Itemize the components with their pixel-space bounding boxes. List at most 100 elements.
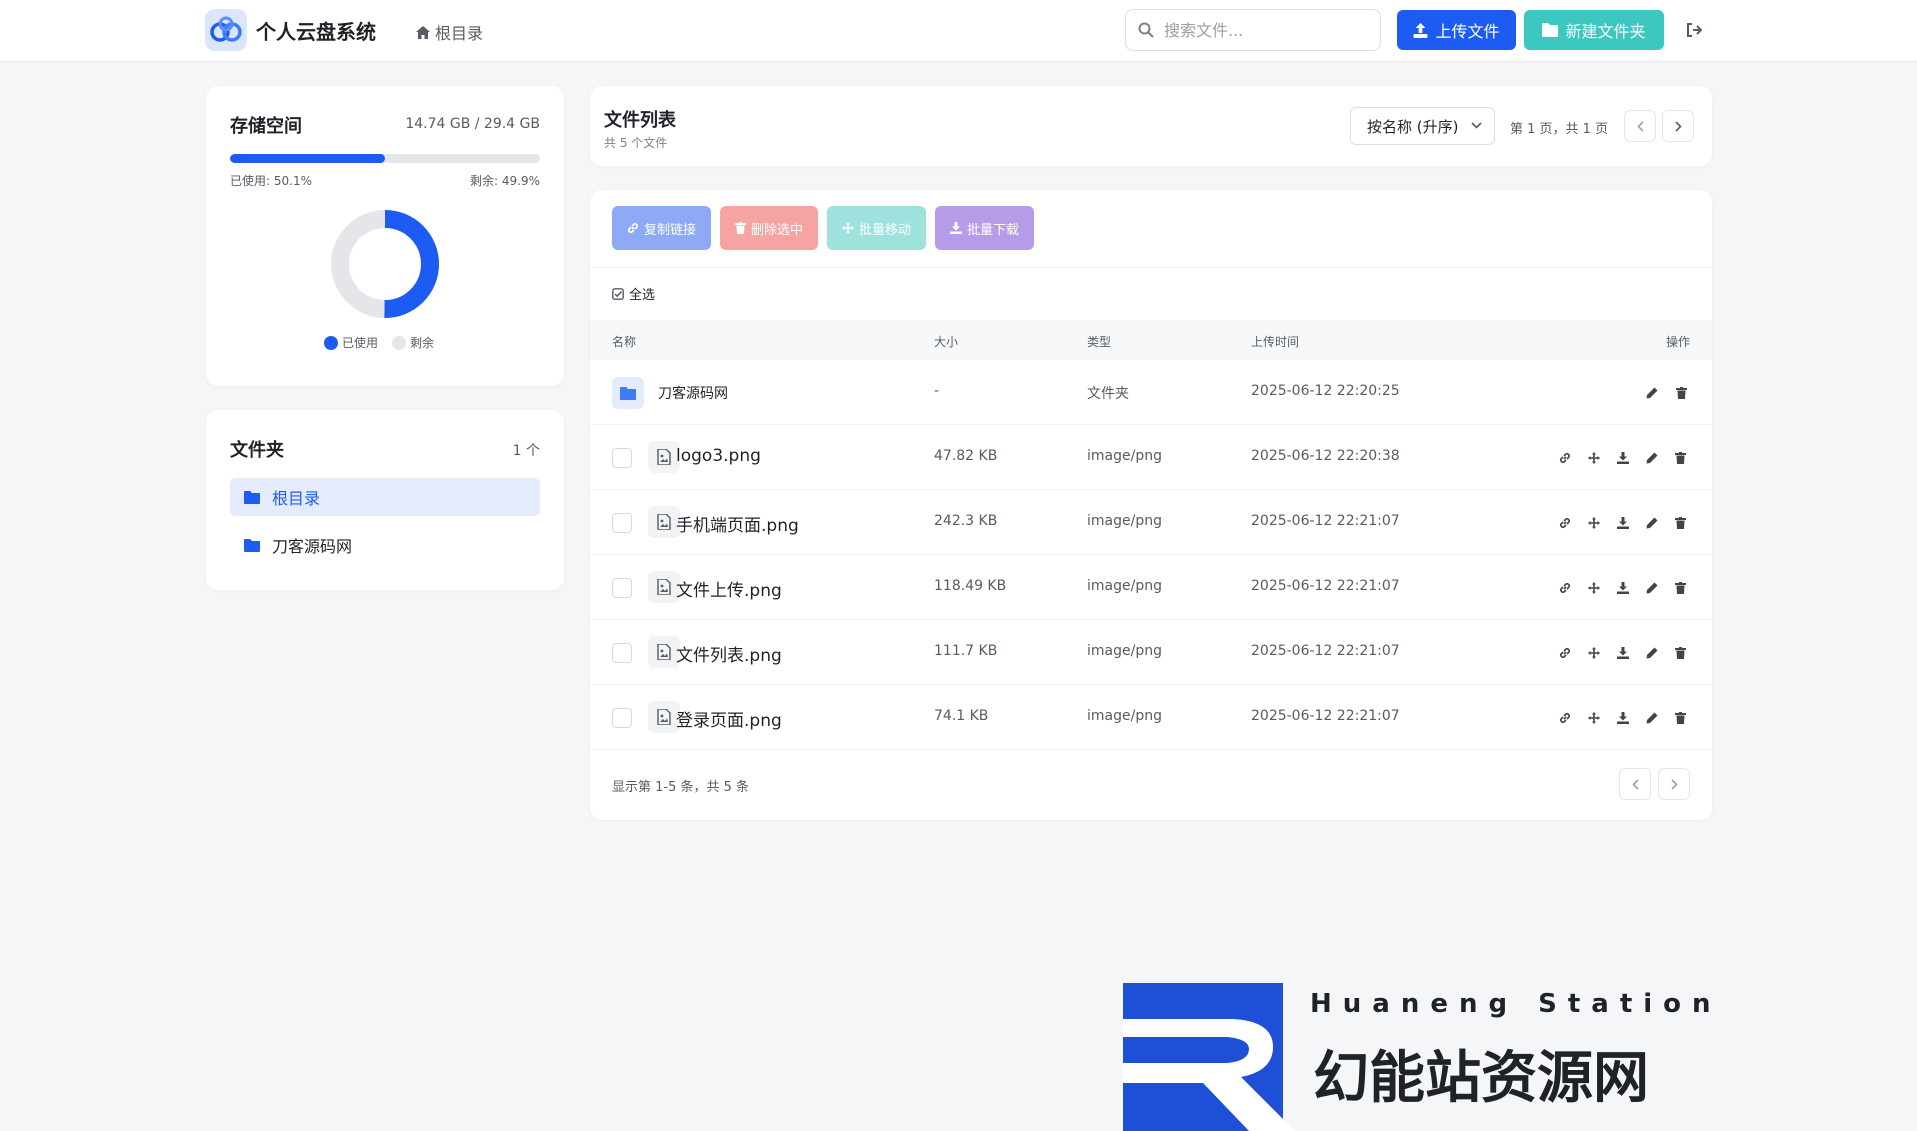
move-button[interactable]	[1585, 514, 1603, 532]
watermark-logo: Huaneng Station 幻能站资源网	[1123, 983, 1743, 1131]
folder-icon	[620, 386, 636, 400]
storage-progress-bar	[230, 154, 540, 163]
row-actions	[1545, 514, 1690, 532]
row-time: 2025-06-12 22:21:07	[1251, 643, 1400, 659]
move-icon	[1588, 452, 1600, 464]
table-row[interactable]: 文件上传.png 118.49 KB image/png 2025-06-12 22:…	[590, 555, 1712, 620]
batch-download-label: 批量下载	[967, 222, 1020, 238]
logout-icon[interactable]	[1686, 22, 1702, 38]
delete-button[interactable]	[1672, 514, 1690, 532]
rename-button[interactable]	[1643, 579, 1661, 597]
sort-select[interactable]: 按名称 (升序)	[1350, 107, 1495, 145]
free-percent-label: 剩余: 49.9%	[470, 174, 540, 188]
move-icon	[1588, 647, 1600, 659]
image-file-icon	[657, 709, 671, 725]
link-button[interactable]	[1556, 644, 1574, 662]
move-button[interactable]	[1585, 644, 1603, 662]
row-name[interactable]: 文件列表.png	[676, 641, 782, 666]
delete-button[interactable]	[1672, 449, 1690, 467]
move-button[interactable]	[1585, 449, 1603, 467]
table-row[interactable]: 文件列表.png 111.7 KB image/png 2025-06-12 22:2…	[590, 620, 1712, 685]
new-folder-button[interactable]: 新建文件夹	[1524, 10, 1664, 50]
row-name[interactable]: 手机端页面.png	[676, 511, 799, 536]
search-box[interactable]	[1125, 9, 1381, 51]
link-button[interactable]	[1556, 579, 1574, 597]
select-all-toggle[interactable]: 全选	[612, 284, 655, 303]
download-icon	[1617, 452, 1629, 464]
folder-item-root[interactable]: 根目录	[230, 478, 540, 516]
watermark-r-mark	[1123, 983, 1295, 1131]
pencil-icon	[1646, 387, 1658, 399]
row-name[interactable]: 文件上传.png	[676, 576, 782, 601]
trash-icon	[1675, 712, 1686, 724]
rename-button[interactable]	[1643, 709, 1661, 727]
search-input[interactable]	[1164, 20, 1364, 40]
upload-button[interactable]: 上传文件	[1397, 10, 1516, 50]
rename-button[interactable]	[1643, 644, 1661, 662]
delete-selected-button[interactable]: 删除选中	[720, 206, 819, 250]
delete-button[interactable]	[1672, 579, 1690, 597]
breadcrumb-root[interactable]: 根目录	[435, 20, 483, 44]
donut-legend: 已使用 剩余	[324, 334, 448, 351]
delete-button[interactable]	[1672, 644, 1690, 662]
move-button[interactable]	[1585, 709, 1603, 727]
pencil-icon	[1646, 452, 1658, 464]
batch-move-button[interactable]: 批量移动	[827, 206, 927, 250]
delete-button[interactable]	[1672, 384, 1690, 402]
folder-item-label: 根目录	[272, 489, 321, 508]
row-checkbox[interactable]	[612, 578, 632, 598]
row-checkbox[interactable]	[612, 448, 632, 468]
folder-item-daoke[interactable]: 刀客源码网	[230, 526, 540, 564]
file-list-title: 文件列表	[604, 110, 676, 131]
move-button[interactable]	[1585, 579, 1603, 597]
row-time: 2025-06-12 22:21:07	[1251, 708, 1400, 724]
row-actions	[1545, 449, 1690, 467]
row-folder-icon	[612, 377, 644, 409]
row-time: 2025-06-12 22:21:07	[1251, 513, 1400, 529]
rename-button[interactable]	[1643, 449, 1661, 467]
link-button[interactable]	[1556, 709, 1574, 727]
link-icon	[1559, 582, 1571, 594]
rename-button[interactable]	[1643, 384, 1661, 402]
file-table-card: 复制链接 删除选中 批量移动 批量下载 全选 名称 大小 类型 上传时间 操作 …	[590, 190, 1712, 820]
table-next-page-button[interactable]	[1658, 768, 1690, 800]
row-name[interactable]: logo3.png	[676, 446, 761, 466]
row-actions	[1545, 644, 1690, 662]
table-prev-page-button[interactable]	[1619, 768, 1651, 800]
pencil-icon	[1646, 647, 1658, 659]
link-button[interactable]	[1556, 449, 1574, 467]
table-row[interactable]: logo3.png 47.82 KB image/png 2025-06-12 22:…	[590, 425, 1712, 490]
folders-title: 文件夹	[230, 440, 284, 461]
download-button[interactable]	[1614, 579, 1632, 597]
move-icon	[1588, 517, 1600, 529]
row-size: 47.82 KB	[934, 448, 998, 464]
table-row[interactable]: 登录页面.png 74.1 KB image/png 2025-06-12 22:21…	[590, 685, 1712, 750]
prev-page-button[interactable]	[1624, 110, 1656, 142]
row-checkbox[interactable]	[612, 513, 632, 533]
trash-icon	[1675, 582, 1686, 594]
move-icon	[842, 222, 855, 234]
row-checkbox[interactable]	[612, 643, 632, 663]
download-button[interactable]	[1614, 644, 1632, 662]
row-checkbox[interactable]	[612, 708, 632, 728]
folder-plus-icon	[1542, 23, 1559, 37]
download-button[interactable]	[1614, 449, 1632, 467]
copy-link-button[interactable]: 复制链接	[612, 206, 712, 250]
batch-download-button[interactable]: 批量下载	[935, 206, 1035, 250]
breadcrumb[interactable]: 根目录	[416, 20, 483, 44]
link-button[interactable]	[1556, 514, 1574, 532]
download-button[interactable]	[1614, 514, 1632, 532]
row-name[interactable]: 刀客源码网	[658, 383, 728, 403]
download-button[interactable]	[1614, 709, 1632, 727]
app-title: 个人云盘系统	[256, 19, 376, 44]
upload-label: 上传文件	[1435, 22, 1500, 41]
delete-button[interactable]	[1672, 709, 1690, 727]
rename-button[interactable]	[1643, 514, 1661, 532]
move-icon	[1588, 712, 1600, 724]
table-row[interactable]: 刀客源码网 - 文件夹 2025-06-12 22:20:25	[590, 360, 1712, 425]
table-row[interactable]: 手机端页面.png 242.3 KB image/png 2025-06-12 22:…	[590, 490, 1712, 555]
row-name[interactable]: 登录页面.png	[676, 706, 782, 731]
link-icon	[627, 222, 639, 234]
next-page-button[interactable]	[1662, 110, 1694, 142]
brand[interactable]: 个人云盘系统	[205, 9, 376, 51]
